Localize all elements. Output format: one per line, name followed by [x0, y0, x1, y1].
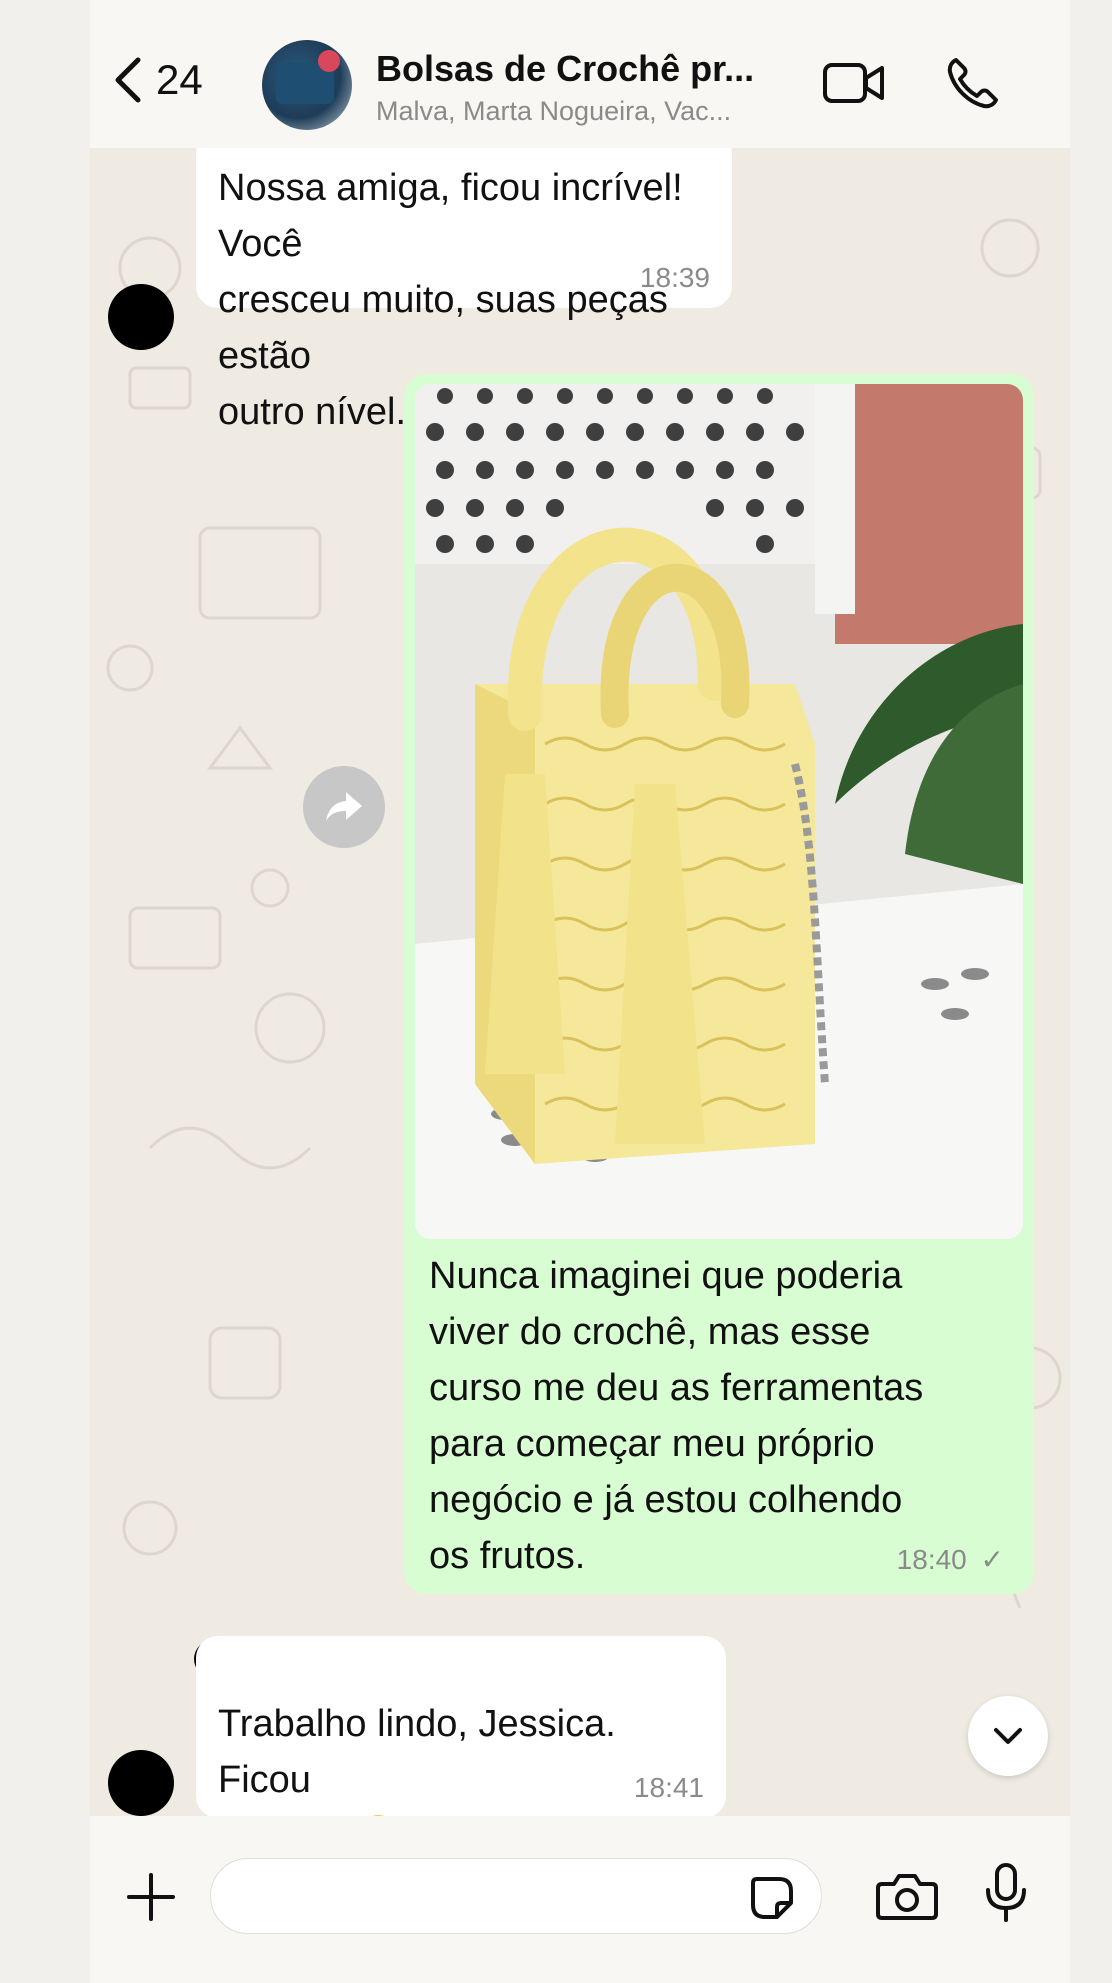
unread-count: 24 — [156, 56, 203, 103]
sticker-button[interactable] — [749, 1875, 795, 1926]
sender-avatar-redacted — [108, 1750, 174, 1816]
message-text: Nunca imaginei que poderia viver do croc… — [429, 1255, 924, 1577]
sender-avatar-redacted — [108, 284, 174, 350]
sent-checkmark-icon: ✓ — [980, 1544, 1004, 1575]
chat-members[interactable]: Malva, Marta Nogueira, Vac... — [376, 96, 806, 127]
compose-bar — [90, 1816, 1070, 1983]
forward-button[interactable] — [303, 766, 385, 848]
message-time: 18:39 — [639, 262, 710, 293]
message-bubble-incoming[interactable]: Trabalho lindo, Jessica. Ficou perfeita … — [196, 1636, 726, 1816]
microphone-icon — [986, 1863, 1026, 1922]
chevron-down-icon — [994, 1728, 1022, 1744]
forward-arrow-icon — [326, 792, 362, 821]
plus-icon — [127, 1873, 175, 1921]
message-time: 18:40 ✓ — [896, 1544, 1004, 1575]
group-avatar[interactable] — [262, 40, 352, 130]
video-camera-icon — [823, 63, 884, 103]
back-button[interactable]: 24 — [110, 56, 203, 104]
phone-icon — [947, 58, 998, 109]
chat-area[interactable]: Nossa amiga, ficou incrível! Você cresce… — [90, 148, 1070, 1816]
voice-call-button[interactable] — [946, 56, 998, 115]
message-bubble-outgoing[interactable]: Nunca imaginei que poderia viver do croc… — [404, 374, 1034, 1594]
phone-screen: 24 Bolsas de Crochê pr... Malva, Marta N… — [90, 0, 1070, 1983]
camera-button[interactable] — [876, 1870, 938, 1927]
voice-message-button[interactable] — [984, 1862, 1028, 1929]
chat-header: 24 Bolsas de Crochê pr... Malva, Marta N… — [90, 0, 1070, 148]
chat-title[interactable]: Bolsas de Crochê pr... — [376, 48, 806, 90]
message-bubble-incoming[interactable]: Nossa amiga, ficou incrível! Você cresce… — [196, 148, 732, 433]
video-call-button[interactable] — [822, 60, 886, 111]
crochet-bag-photo[interactable] — [415, 384, 1023, 1239]
message-time: 18:41 — [633, 1772, 704, 1803]
sticker-icon — [751, 1877, 793, 1919]
chevron-left-icon — [115, 57, 141, 103]
camera-icon — [876, 1874, 938, 1920]
yellow-crochet-bag-image — [415, 384, 1023, 1239]
message-input[interactable] — [210, 1858, 822, 1934]
message-text: Trabalho lindo, Jessica. Ficou perfeita … — [218, 1703, 616, 1816]
attach-button[interactable] — [126, 1872, 176, 1927]
scroll-to-bottom-button[interactable] — [968, 1696, 1048, 1776]
